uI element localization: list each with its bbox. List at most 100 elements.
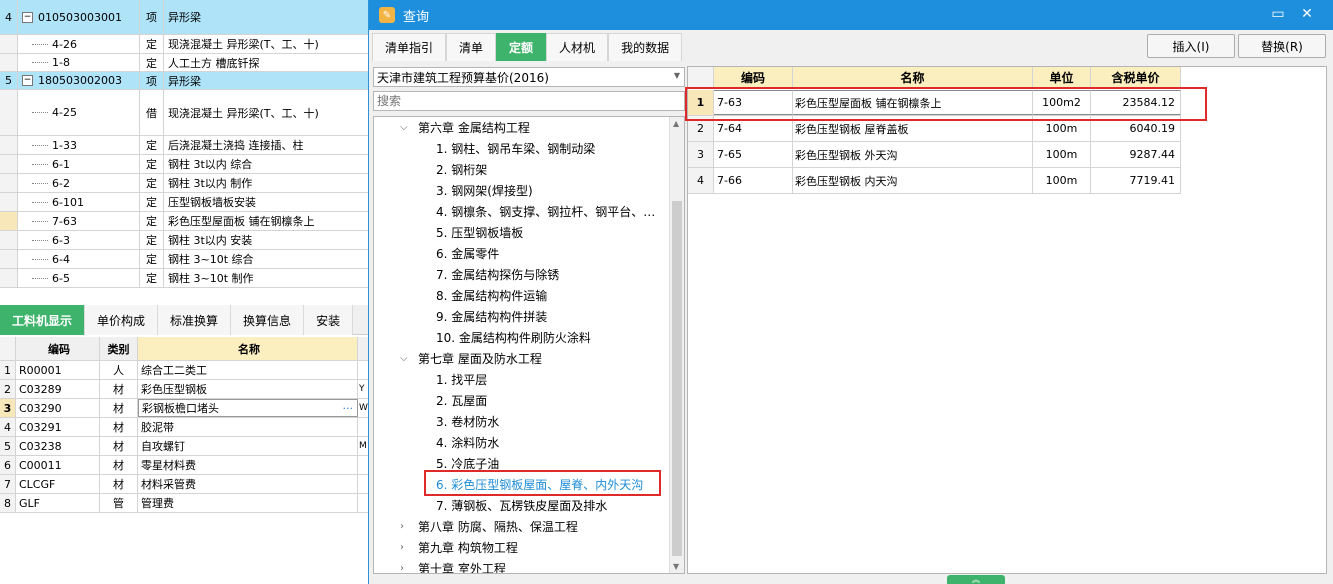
row-code: −010503003001: [18, 0, 140, 34]
chevron-right-icon[interactable]: ›: [400, 521, 412, 532]
tree-chapter[interactable]: ⌵ 第六章 金属结构工程: [374, 117, 530, 138]
annotation-box: [424, 470, 661, 496]
row-name: 综合工二类工: [138, 361, 358, 379]
tree-label: 第八章 防腐、隔热、保温工程: [418, 520, 578, 534]
row-number: 2: [0, 380, 16, 398]
result-row[interactable]: 3 7-65 彩色压型钢板 外天沟 100m 9287.44: [688, 142, 1181, 168]
row-type: 项: [140, 72, 164, 89]
close-icon[interactable]: ✕: [1298, 6, 1316, 22]
row-name[interactable]: 彩钢板檐口堵头 ···: [138, 399, 358, 417]
tree-section[interactable]: 6. 金属零件: [374, 243, 499, 264]
row-name: 异形梁: [168, 74, 201, 88]
tree-scrollbar[interactable]: ▲ ▼: [669, 117, 684, 573]
table-row[interactable]: 6-5 定钢柱 3~10t 制作: [0, 269, 368, 288]
tree-section[interactable]: 4. 钢檩条、钢支撑、钢拉杆、钢平台、…: [374, 201, 655, 222]
chapter-tree: ▲ ▼ ⌵ 第六章 金属结构工程 1. 钢柱、钢吊车梁、钢制动梁 2. 钢桁架 3. 钢…: [373, 116, 685, 574]
row-name: 钢柱 3t以内 综合: [168, 158, 253, 171]
tree-chapter[interactable]: › 第九章 构筑物工程: [374, 537, 518, 558]
tree-section[interactable]: 10. 金属结构构件刷防火涂料: [374, 327, 591, 348]
tree-section[interactable]: 3. 卷材防水: [374, 411, 499, 432]
table-row[interactable]: 3 C03290 材彩钢板檐口堵头 ··· W: [0, 399, 368, 418]
tree-section[interactable]: 2. 瓦屋面: [374, 390, 487, 411]
table-row[interactable]: 7 CLCGF 材材料采管费: [0, 475, 368, 494]
tree-section[interactable]: 7. 薄钢板、瓦楞铁皮屋面及排水: [374, 495, 607, 516]
row-code: 1-33: [18, 136, 140, 154]
panel-splitter[interactable]: ︽: [947, 575, 1005, 584]
replace-button[interactable]: 替换(R): [1238, 34, 1326, 58]
search-input[interactable]: [373, 91, 685, 111]
table-row[interactable]: 4-26 定现浇混凝土 异形梁(T、工、十): [0, 35, 368, 54]
tab-norm[interactable]: 定额: [496, 33, 547, 61]
bottom-tab[interactable]: 单价构成: [85, 305, 159, 335]
row-code: C03291: [16, 418, 100, 436]
code-text: 1-8: [52, 56, 70, 69]
tree-section[interactable]: 5. 压型钢板墙板: [374, 222, 523, 243]
table-row[interactable]: 6-4 定钢柱 3~10t 综合: [0, 250, 368, 269]
tab-resource[interactable]: 人材机: [546, 33, 609, 61]
tree-chapter[interactable]: › 第八章 防腐、隔热、保温工程: [374, 516, 578, 537]
tree-connector: [32, 144, 48, 146]
chevron-down-icon[interactable]: ⌵: [400, 122, 412, 133]
table-row[interactable]: 4-25 借现浇混凝土 异形梁(T、工、十): [0, 90, 368, 136]
table-row[interactable]: 1-8 定人工土方 槽底钎探: [0, 54, 368, 72]
collapse-icon[interactable]: −: [22, 75, 33, 86]
tree-section[interactable]: 4. 涂料防水: [374, 432, 499, 453]
tree-section[interactable]: 1. 钢柱、钢吊车梁、钢制动梁: [374, 138, 595, 159]
scroll-down-icon[interactable]: ▼: [673, 562, 679, 571]
bottom-tab[interactable]: 工料机显示: [0, 305, 86, 335]
code-text: 6-101: [52, 195, 84, 209]
row-name: 现浇混凝土 异形梁(T、工、十): [168, 38, 319, 51]
table-row[interactable]: 8 GLF 管管理费: [0, 494, 368, 513]
result-row[interactable]: 4 7-66 彩色压型钢板 内天沟 100m 7719.41: [688, 168, 1181, 194]
table-row[interactable]: 6-101 定压型钢板墙板安装: [0, 193, 368, 212]
tree-section[interactable]: 8. 金属结构构件运输: [374, 285, 547, 306]
chevron-right-icon[interactable]: ›: [400, 542, 412, 553]
table-row[interactable]: 6-3 定钢柱 3t以内 安装: [0, 231, 368, 250]
header-price: 含税单价: [1091, 67, 1181, 88]
table-row[interactable]: 6-1 定钢柱 3t以内 综合: [0, 155, 368, 174]
row-unit: 100m: [1033, 142, 1091, 167]
tab-mydata[interactable]: 我的数据: [608, 33, 683, 61]
tree-section[interactable]: 7. 金属结构探伤与除锈: [374, 264, 559, 285]
table-row[interactable]: 1-33 定后浇混凝土浇捣 连接插、柱: [0, 136, 368, 155]
table-row[interactable]: 5 C03238 材自攻螺钉 M: [0, 437, 368, 456]
tab-guide[interactable]: 清单指引: [372, 33, 447, 61]
tree-section[interactable]: 2. 钢桁架: [374, 159, 487, 180]
table-row[interactable]: 4−010503003001 项异形梁: [0, 0, 368, 35]
insert-button[interactable]: 插入(I): [1147, 34, 1235, 58]
row-extra: [358, 494, 368, 512]
tree-chapter[interactable]: › 第十章 室外工程: [374, 558, 506, 573]
row-name-text: 综合工二类工: [141, 364, 207, 377]
ellipsis-button[interactable]: ···: [343, 402, 354, 415]
header-corner: [0, 337, 16, 360]
table-row[interactable]: 5−180503002003 项异形梁: [0, 72, 368, 90]
row-code: −180503002003: [18, 72, 140, 89]
table-row[interactable]: 2 C03289 材彩色压型钢板 Y: [0, 380, 368, 399]
tree-section[interactable]: 3. 钢网架(焊接型): [374, 180, 533, 201]
scrollbar-thumb[interactable]: [672, 201, 682, 556]
table-row[interactable]: 4 C03291 材胶泥带: [0, 418, 368, 437]
tree-section[interactable]: 9. 金属结构构件拼装: [374, 306, 547, 327]
table-row[interactable]: 6 C00011 材零星材料费: [0, 456, 368, 475]
row-name: 钢柱 3~10t 制作: [168, 272, 254, 285]
bottom-tab[interactable]: 安装: [304, 305, 354, 335]
table-row[interactable]: 1 R00001 人综合工二类工: [0, 361, 368, 380]
row-code: 4-25: [18, 90, 140, 135]
row-code: 6-2: [18, 174, 140, 192]
chevron-right-icon[interactable]: ›: [400, 563, 412, 573]
minimize-icon[interactable]: ▭: [1269, 6, 1287, 22]
table-row[interactable]: 6-2 定钢柱 3t以内 制作: [0, 174, 368, 193]
collapse-icon[interactable]: −: [22, 11, 33, 23]
row-code: C03290: [16, 399, 100, 417]
bottom-tab[interactable]: 换算信息: [231, 305, 305, 335]
library-select[interactable]: 天津市建筑工程预算基价(2016) ▼: [373, 67, 685, 87]
tree-section[interactable]: 1. 找平层: [374, 369, 487, 390]
tree-chapter[interactable]: ⌵ 第七章 屋面及防水工程: [374, 348, 542, 369]
row-code: C03289: [16, 380, 100, 398]
tab-list[interactable]: 清单: [446, 33, 497, 61]
scroll-up-icon[interactable]: ▲: [673, 119, 679, 128]
bottom-tab[interactable]: 标准换算: [158, 305, 232, 335]
row-number: 4: [688, 168, 714, 193]
table-row[interactable]: 7-63 定彩色压型屋面板 铺在钢檩条上: [0, 212, 368, 231]
chevron-down-icon[interactable]: ⌵: [400, 353, 412, 364]
